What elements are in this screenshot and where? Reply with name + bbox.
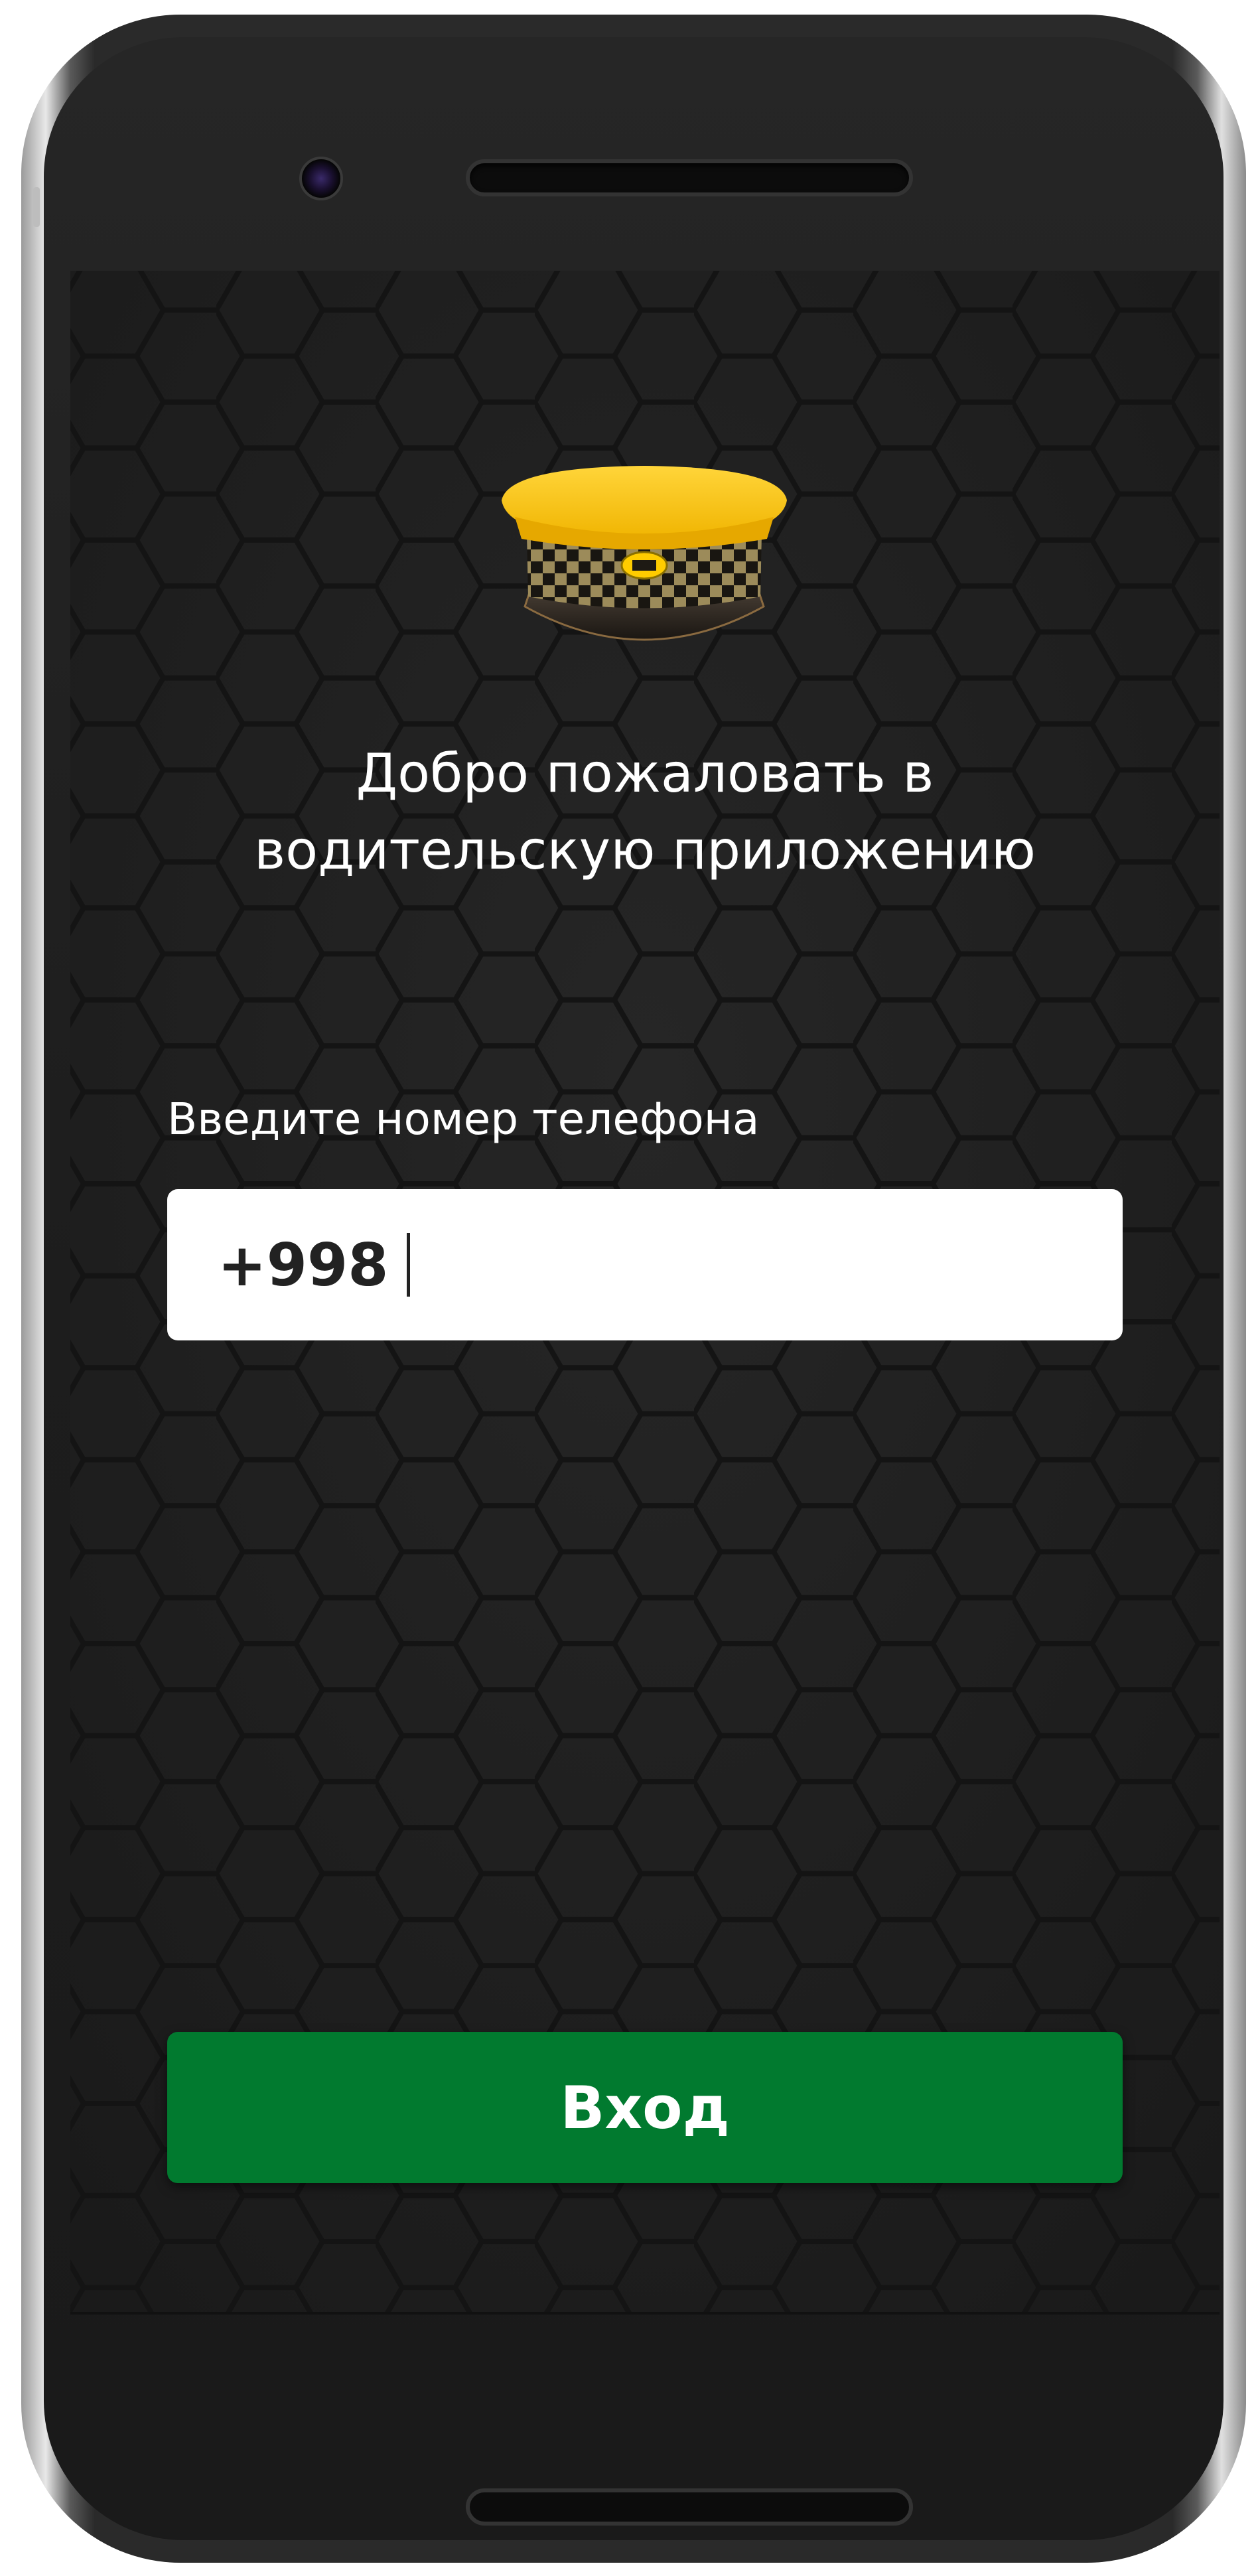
- app-screen: Добро пожаловать в водительскую приложен…: [70, 271, 1220, 2312]
- login-button[interactable]: Вход: [167, 2032, 1123, 2183]
- text-cursor: [407, 1233, 411, 1297]
- welcome-line-1: Добро пожаловать в: [356, 743, 934, 804]
- side-button-top: [33, 187, 40, 227]
- front-camera: [299, 157, 343, 200]
- taxi-driver-cap-icon: [495, 454, 794, 660]
- screen-bottom-edge: [70, 2312, 1220, 2315]
- phone-number-label: Введите номер телефона: [167, 1094, 760, 1145]
- phone-prefix: +998: [218, 1230, 389, 1299]
- welcome-line-2: водительскую приложению: [253, 820, 1036, 881]
- welcome-text: Добро пожаловать в водительскую приложен…: [70, 735, 1220, 889]
- phone-number-input[interactable]: +998: [167, 1189, 1123, 1340]
- bottom-speaker: [466, 2488, 913, 2526]
- earpiece-speaker: [466, 159, 913, 196]
